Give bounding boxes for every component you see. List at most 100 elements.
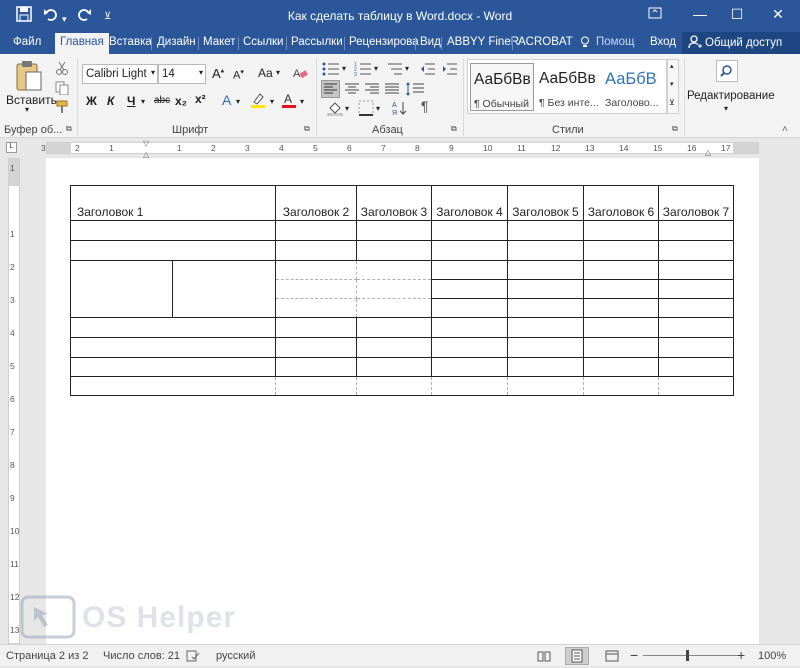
tab-insert[interactable]: Вставка — [109, 36, 152, 48]
font-launcher-icon[interactable]: ⧉ — [304, 124, 310, 134]
table-cell[interactable] — [431, 279, 508, 299]
close-icon[interactable]: ✕ — [768, 6, 788, 23]
multilevel-list-icon[interactable] — [386, 62, 404, 79]
table-cell[interactable] — [658, 337, 734, 358]
chevron-down-icon[interactable]: ▾ — [724, 104, 728, 113]
maximize-icon[interactable]: ☐ — [727, 6, 747, 23]
table-cell[interactable] — [275, 298, 357, 318]
font-name-combo[interactable]: Calibri Light ▾ — [82, 64, 158, 84]
table-cell[interactable] — [70, 337, 276, 358]
lightbulb-icon[interactable] — [580, 36, 590, 51]
tab-selector-icon[interactable]: L — [6, 142, 17, 153]
table-header-cell[interactable]: Заголовок 2 — [275, 185, 357, 221]
table-cell[interactable] — [507, 298, 584, 318]
increase-indent-icon[interactable] — [442, 62, 458, 79]
paste-icon[interactable] — [14, 60, 44, 95]
proofing-icon[interactable] — [186, 650, 200, 665]
table-cell[interactable] — [583, 260, 659, 280]
table-cell[interactable] — [507, 220, 584, 241]
table-cell[interactable] — [275, 317, 357, 338]
web-layout-icon[interactable] — [605, 650, 619, 665]
chevron-down-icon[interactable]: ▾ — [141, 97, 145, 106]
tab-abbyy[interactable]: ABBYY FineR — [447, 36, 519, 48]
table-cell[interactable] — [507, 240, 584, 261]
tell-me-box[interactable]: Помощ — [596, 36, 634, 48]
table-header-cell[interactable]: Заголовок 3 — [356, 185, 432, 221]
zoom-out-icon[interactable]: − — [630, 647, 638, 663]
minimize-icon[interactable]: — — [690, 6, 710, 22]
table-merged-cell[interactable] — [70, 260, 173, 318]
table-cell[interactable] — [658, 240, 734, 261]
table-cell[interactable] — [583, 298, 659, 318]
table-cell[interactable] — [583, 317, 659, 338]
table-cell[interactable] — [583, 337, 659, 358]
table-cell[interactable] — [356, 317, 432, 338]
format-painter-icon[interactable] — [55, 100, 69, 117]
table-cell[interactable] — [275, 337, 357, 358]
chevron-down-icon[interactable]: ▾ — [405, 64, 409, 73]
style-heading-1[interactable]: АаБбВ Заголово... — [602, 63, 666, 111]
table-cell[interactable] — [275, 220, 357, 241]
table-cell[interactable] — [658, 317, 734, 338]
table-cell[interactable] — [507, 260, 584, 280]
table-cell[interactable] — [583, 376, 659, 396]
table-cell[interactable] — [431, 220, 508, 241]
zoom-level[interactable]: 100% — [758, 650, 786, 662]
table-cell[interactable] — [431, 260, 508, 280]
table-cell[interactable] — [658, 220, 734, 241]
table-cell[interactable] — [70, 357, 276, 377]
sign-in-link[interactable]: Вход — [650, 36, 676, 48]
style-normal[interactable]: АаБбВв ¶ Обычный — [470, 63, 534, 111]
table-header-cell[interactable]: Заголовок 7 — [658, 185, 734, 221]
zoom-slider-thumb[interactable] — [686, 650, 689, 661]
chevron-down-icon[interactable]: ▾ — [300, 97, 304, 106]
subscript-button[interactable]: x₂ — [175, 94, 187, 108]
strikethrough-button[interactable]: abc — [154, 95, 170, 106]
tab-file[interactable]: Файл — [13, 36, 41, 48]
table-cell[interactable] — [356, 337, 432, 358]
share-button[interactable]: Общий доступ — [682, 32, 800, 54]
table-cell[interactable] — [275, 376, 357, 396]
table-cell[interactable] — [507, 337, 584, 358]
numbering-icon[interactable]: 123 — [354, 62, 372, 79]
table-cell[interactable] — [431, 337, 508, 358]
read-mode-icon[interactable] — [537, 650, 551, 665]
table-cell[interactable] — [507, 317, 584, 338]
chevron-down-icon[interactable]: ▾ — [270, 97, 274, 106]
print-layout-icon[interactable] — [565, 647, 589, 665]
chevron-down-icon[interactable]: ▾ — [276, 68, 280, 77]
chevron-down-icon[interactable]: ▾ — [151, 68, 155, 77]
word-count[interactable]: Число слов: 21 — [103, 650, 180, 662]
table-cell[interactable] — [431, 317, 508, 338]
zoom-slider[interactable] — [643, 655, 743, 656]
style-no-spacing[interactable]: АаБбВв ¶ Без инте... — [536, 63, 600, 111]
decrease-indent-icon[interactable] — [420, 62, 436, 79]
table-cell[interactable] — [275, 357, 357, 377]
paragraph-launcher-icon[interactable]: ⧉ — [451, 124, 457, 134]
table-header-cell[interactable]: Заголовок 5 — [507, 185, 584, 221]
chevron-down-icon[interactable]: ▾ — [342, 64, 346, 73]
more-styles-icon[interactable]: ⊻ — [669, 98, 675, 107]
align-left-icon[interactable] — [321, 80, 340, 98]
styles-launcher-icon[interactable]: ⧉ — [672, 124, 678, 134]
bold-button[interactable]: Ж — [86, 94, 97, 108]
justify-icon[interactable] — [384, 81, 400, 100]
table-cell[interactable] — [431, 240, 508, 261]
font-color-icon[interactable]: A — [281, 92, 297, 111]
align-right-icon[interactable] — [364, 81, 380, 100]
table-cell[interactable] — [507, 376, 584, 396]
chevron-down-icon[interactable]: ▾ — [670, 80, 674, 88]
paste-button-label[interactable]: Вставить — [6, 93, 57, 107]
chevron-down-icon[interactable]: ▾ — [376, 104, 380, 113]
grow-font-icon[interactable]: A▴ — [212, 66, 224, 81]
change-case-button[interactable]: Aa — [258, 66, 273, 80]
table-cell[interactable] — [356, 260, 432, 280]
table-cell[interactable] — [356, 376, 432, 396]
ribbon-display-icon[interactable] — [645, 6, 665, 22]
table-cell[interactable] — [356, 220, 432, 241]
table-cell[interactable] — [583, 220, 659, 241]
table-cell[interactable] — [658, 376, 734, 396]
highlight-color-icon[interactable] — [250, 92, 266, 111]
borders-icon[interactable] — [358, 100, 374, 119]
chevron-down-icon[interactable]: ▾ — [236, 97, 240, 106]
